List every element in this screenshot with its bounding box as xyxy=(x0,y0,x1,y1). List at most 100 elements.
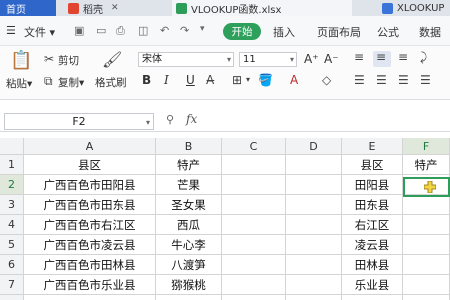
hamburger-icon[interactable]: ☰ xyxy=(6,24,16,37)
cell-a6[interactable]: 广西百色市田林县 xyxy=(24,255,156,275)
cell-a2[interactable]: 广西百色市田阳县 xyxy=(24,175,156,195)
cell-f8[interactable] xyxy=(403,295,450,300)
menu-data[interactable]: 数据 xyxy=(419,24,441,40)
fx-button[interactable]: fx xyxy=(186,112,197,126)
cell-e5[interactable]: 凌云县 xyxy=(342,235,403,255)
border-icon[interactable]: ⊞ xyxy=(232,73,242,87)
menu-page-layout[interactable]: 页面布局 xyxy=(317,24,361,40)
column-header-b[interactable]: B xyxy=(156,138,222,155)
row-header-2[interactable]: 2 xyxy=(0,175,24,195)
cell-e3[interactable]: 田东县 xyxy=(342,195,403,215)
cell-f1[interactable]: 特产 xyxy=(403,155,450,175)
cell-d5[interactable] xyxy=(286,235,342,255)
tab-docer[interactable]: 稻壳 ✕ xyxy=(64,0,168,16)
cell-e1[interactable]: 县区 xyxy=(342,155,403,175)
decrease-font-button[interactable]: A⁻ xyxy=(324,52,339,66)
tab-home[interactable]: 首页 xyxy=(0,0,56,16)
open-folder-icon[interactable]: ▭ xyxy=(96,24,106,37)
menu-start[interactable]: 开始 xyxy=(223,23,261,40)
cell-e4[interactable]: 右江区 xyxy=(342,215,403,235)
align-left-icon[interactable]: ☰ xyxy=(354,73,365,87)
close-icon[interactable]: ✕ xyxy=(111,3,119,13)
row-header-4[interactable]: 4 xyxy=(0,215,24,235)
cell-a7[interactable]: 广西百色市乐业县 xyxy=(24,275,156,295)
font-name-select[interactable]: 宋体 ▾ xyxy=(138,52,234,67)
cell-b8[interactable] xyxy=(156,295,222,300)
chevron-down-icon[interactable]: ▾ xyxy=(200,24,205,34)
column-header-f[interactable]: F xyxy=(403,138,450,155)
save-icon[interactable]: ▣ xyxy=(74,24,84,37)
format-painter-button[interactable]: 格式刷 xyxy=(95,75,127,90)
cell-e7[interactable]: 乐业县 xyxy=(342,275,403,295)
cell-e8[interactable] xyxy=(342,295,403,300)
undo-icon[interactable]: ↶ xyxy=(160,24,169,37)
redo-icon[interactable]: ↷ xyxy=(180,24,189,37)
justify-icon[interactable]: ☰ xyxy=(420,73,431,87)
cell-b4[interactable]: 西瓜 xyxy=(156,215,222,235)
align-top-icon[interactable]: ≡ xyxy=(354,50,364,64)
menu-formula[interactable]: 公式 xyxy=(377,24,399,40)
cell-c2[interactable] xyxy=(222,175,286,195)
wrap-text-icon[interactable]: ⤸ xyxy=(420,50,427,65)
eraser-icon[interactable]: ◇ xyxy=(322,73,331,87)
cell-e6[interactable]: 田林县 xyxy=(342,255,403,275)
cell-d8[interactable] xyxy=(286,295,342,300)
cell-f4[interactable] xyxy=(403,215,450,235)
cell-d3[interactable] xyxy=(286,195,342,215)
bold-button[interactable]: B xyxy=(142,73,151,87)
print-icon[interactable]: ⎙ xyxy=(116,24,125,38)
align-center-icon[interactable]: ☰ xyxy=(376,73,387,87)
cell-f5[interactable] xyxy=(403,235,450,255)
align-right-icon[interactable]: ☰ xyxy=(398,73,409,87)
select-all-corner[interactable] xyxy=(0,138,24,155)
row-header-3[interactable]: 3 xyxy=(0,195,24,215)
row-header-6[interactable]: 6 xyxy=(0,255,24,275)
column-header-c[interactable]: C xyxy=(222,138,286,155)
cell-c3[interactable] xyxy=(222,195,286,215)
cell-f6[interactable] xyxy=(403,255,450,275)
column-header-a[interactable]: A xyxy=(24,138,156,155)
row-header-8[interactable]: 8 xyxy=(0,295,24,300)
cell-a4[interactable]: 广西百色市右江区 xyxy=(24,215,156,235)
fill-color-icon[interactable]: 🪣 xyxy=(258,73,273,87)
cell-e2[interactable]: 田阳县 xyxy=(342,175,403,195)
cell-b2[interactable]: 芒果 xyxy=(156,175,222,195)
scissors-icon[interactable]: ✂ xyxy=(44,52,54,66)
cell-a3[interactable]: 广西百色市田东县 xyxy=(24,195,156,215)
copy-icon[interactable]: ⧉ xyxy=(44,74,53,89)
font-color-button[interactable]: A xyxy=(290,73,298,87)
cell-a8[interactable] xyxy=(24,295,156,300)
cell-b7[interactable]: 猕猴桃 xyxy=(156,275,222,295)
cell-b1[interactable]: 特产 xyxy=(156,155,222,175)
column-header-d[interactable]: D xyxy=(286,138,342,155)
cell-c5[interactable] xyxy=(222,235,286,255)
menu-insert[interactable]: 插入 xyxy=(273,24,295,40)
row-header-5[interactable]: 5 xyxy=(0,235,24,255)
cell-d6[interactable] xyxy=(286,255,342,275)
tab-vlookup-file[interactable]: VLOOKUP函数.xlsx xyxy=(172,0,352,16)
name-box[interactable]: F2 ▾ xyxy=(4,113,154,130)
preview-icon[interactable]: ◫ xyxy=(138,24,148,37)
cell-c1[interactable] xyxy=(222,155,286,175)
font-size-select[interactable]: 11 ▾ xyxy=(239,52,297,67)
cell-c6[interactable] xyxy=(222,255,286,275)
tab-xlookup-file[interactable]: XLOOKUP xyxy=(378,0,450,16)
underline-button[interactable]: U xyxy=(186,73,195,87)
column-header-e[interactable]: E xyxy=(342,138,403,155)
row-header-1[interactable]: 1 xyxy=(0,155,24,175)
italic-button[interactable]: I xyxy=(164,73,169,87)
cell-f3[interactable] xyxy=(403,195,450,215)
align-bottom-icon[interactable]: ≡ xyxy=(398,50,408,64)
row-header-7[interactable]: 7 xyxy=(0,275,24,295)
cell-a5[interactable]: 广西百色市凌云县 xyxy=(24,235,156,255)
copy-button[interactable]: 复制▾ xyxy=(58,75,84,90)
menu-file[interactable]: 文件 ▾ xyxy=(24,24,55,40)
cell-c4[interactable] xyxy=(222,215,286,235)
cell-d2[interactable] xyxy=(286,175,342,195)
cell-c8[interactable] xyxy=(222,295,286,300)
chevron-down-icon[interactable]: ▾ xyxy=(246,75,250,84)
cell-b3[interactable]: 圣女果 xyxy=(156,195,222,215)
cell-d4[interactable] xyxy=(286,215,342,235)
cell-b5[interactable]: 牛心李 xyxy=(156,235,222,255)
cut-button[interactable]: 剪切 xyxy=(58,53,79,68)
